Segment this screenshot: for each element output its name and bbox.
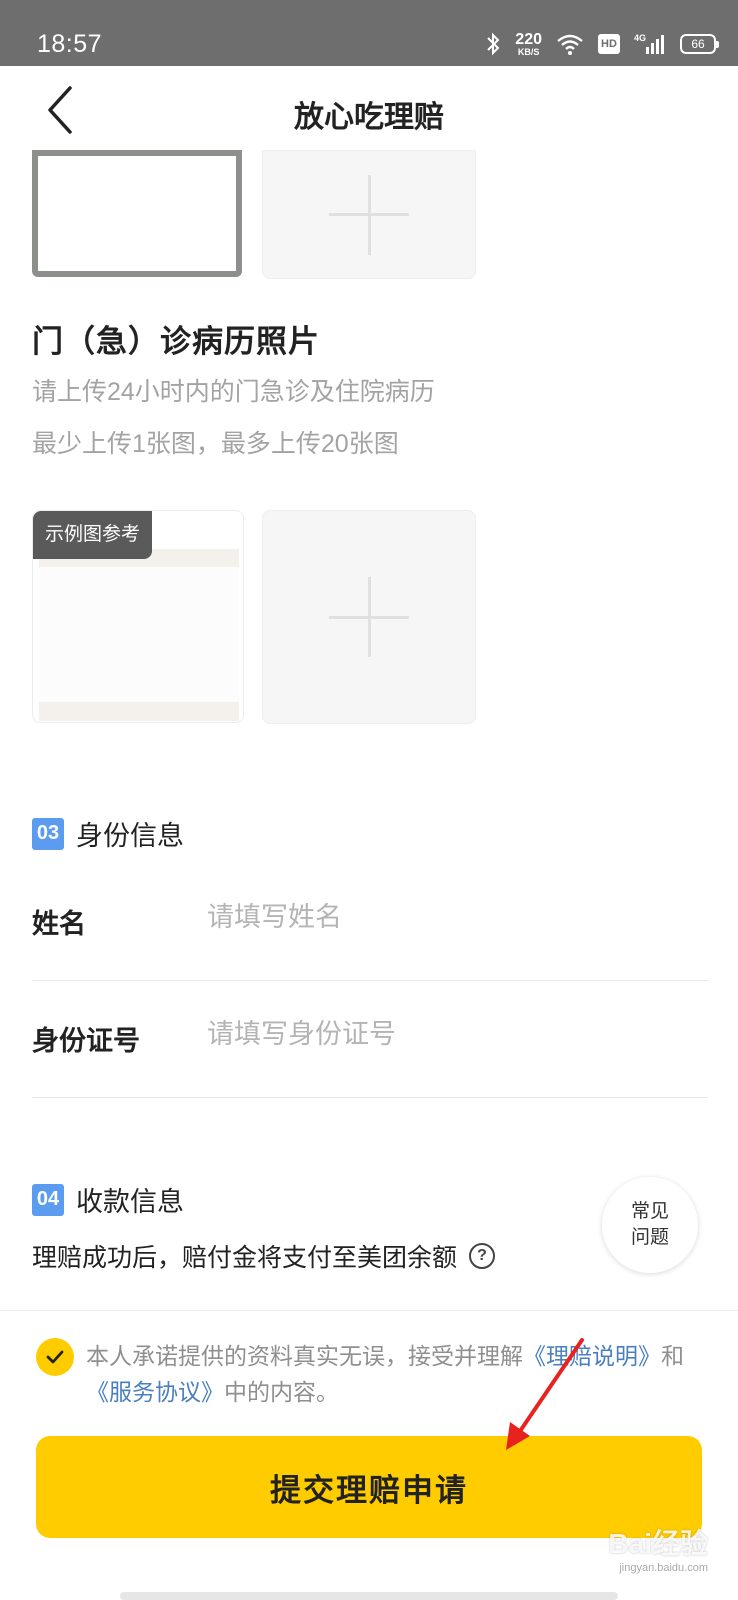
- uploaded-photo-content: [38, 156, 236, 271]
- network-speed: 220 KB/S: [515, 30, 542, 57]
- status-bar: 18:57 220 KB/S HD 4G 66: [0, 0, 738, 66]
- step-label: 收款信息: [76, 1187, 184, 1217]
- step-identity: 03 身份信息: [32, 814, 184, 853]
- upload-limit-hint: 最少上传1张图，最多上传20张图: [32, 430, 399, 458]
- submit-claim-button[interactable]: 提交理赔申请: [36, 1436, 702, 1538]
- name-row: 姓名: [32, 864, 708, 981]
- svg-text:4G: 4G: [634, 33, 646, 43]
- medical-records-hint: 请上传24小时内的门急诊及住院病历: [32, 378, 435, 406]
- signal-icon: 4G: [634, 33, 664, 54]
- name-label: 姓名: [32, 909, 86, 939]
- uploaded-photo[interactable]: [32, 150, 242, 277]
- battery-icon: 66: [680, 34, 719, 54]
- sample-image-blur: [39, 567, 239, 702]
- name-input[interactable]: [207, 892, 687, 942]
- watermark-main: Bai经验: [608, 1528, 708, 1559]
- agreement-text-part2: 和: [661, 1343, 684, 1369]
- bluetooth-icon: [487, 32, 500, 56]
- id-label: 身份证号: [32, 1026, 140, 1056]
- sample-tag: 示例图参考: [33, 511, 153, 559]
- step-badge: 03: [32, 817, 64, 850]
- step-badge: 04: [32, 1183, 64, 1216]
- agreement-text-part1: 本人承诺提供的资料真实无误，接受并理解: [86, 1343, 523, 1369]
- step-payment: 04 收款信息: [32, 1180, 184, 1219]
- id-row: 身份证号: [32, 981, 708, 1098]
- agreement-text: 本人承诺提供的资料真实无误，接受并理解《理赔说明》和《服务协议》中的内容。: [86, 1338, 696, 1410]
- hd-icon: HD: [598, 34, 620, 54]
- question-icon[interactable]: ?: [469, 1243, 496, 1269]
- id-number-input[interactable]: [207, 1009, 687, 1059]
- page-title: 放心吃理赔: [294, 101, 444, 134]
- red-arrow-annotation: [506, 1338, 584, 1450]
- watermark-sub: jingyan.baidu.com: [619, 1562, 708, 1574]
- agreement-text-part3: 中的内容。: [224, 1379, 339, 1405]
- nav-bar: 放心吃理赔: [0, 66, 738, 154]
- check-icon: [46, 1350, 64, 1364]
- faq-label-line2: 问题: [630, 1227, 669, 1248]
- payout-description: 理赔成功后，赔付金将支付至美团余额: [32, 1244, 458, 1272]
- status-time: 18:57: [37, 30, 103, 58]
- plus-icon-vertical: [367, 174, 371, 255]
- divider: [0, 1310, 738, 1311]
- step-label: 身份信息: [76, 821, 184, 851]
- agreement-checkbox[interactable]: [36, 1338, 74, 1376]
- wifi-icon: [557, 34, 583, 55]
- add-photo-button[interactable]: [262, 150, 476, 279]
- plus-icon-vertical: [367, 577, 371, 657]
- watermark: Bai经验 jingyan.baidu.com: [608, 1522, 708, 1574]
- home-indicator[interactable]: [120, 1592, 618, 1600]
- service-agreement-link[interactable]: 《服务协议》: [86, 1379, 224, 1405]
- add-medical-record-button[interactable]: [262, 510, 476, 724]
- faq-button[interactable]: 常见 问题: [602, 1177, 698, 1273]
- status-icons: 220 KB/S HD 4G 66: [485, 30, 719, 58]
- payout-info: 理赔成功后，赔付金将支付至美团余额 ?: [32, 1238, 496, 1274]
- sample-image[interactable]: 示例图参考: [32, 510, 244, 723]
- sample-image-content: [39, 549, 239, 721]
- medical-records-title: 门（急）诊病历照片: [32, 324, 320, 359]
- faq-label-line1: 常见: [630, 1201, 669, 1222]
